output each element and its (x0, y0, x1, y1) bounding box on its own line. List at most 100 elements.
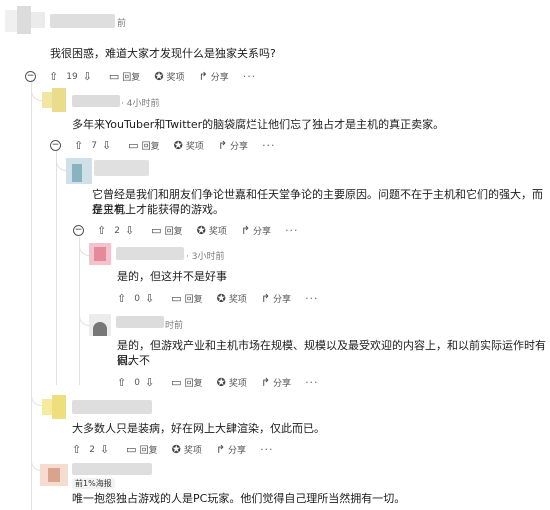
timestamp: · 4小时前 (121, 99, 160, 109)
avatar[interactable] (5, 6, 45, 34)
share-button[interactable]: ↱ 分享 (261, 376, 291, 389)
reply-button[interactable]: ▭ 回复 (171, 292, 202, 305)
vote-group: ⇧ 2 ⇩ (72, 443, 112, 456)
share-button[interactable]: ↱ 分享 (216, 443, 246, 456)
more-options-icon[interactable]: ··· (260, 443, 274, 456)
collapse-icon[interactable]: − (25, 71, 36, 82)
timestamp: 前 (117, 19, 127, 29)
comment-text: 多年来YouTuber和Twitter的脑袋腐烂让他们忘了独占才是主机的真正卖家… (72, 118, 445, 131)
score: 2 (89, 444, 95, 455)
collapse-icon[interactable]: − (73, 225, 84, 236)
award-button[interactable]: ✪ 奖项 (172, 443, 202, 456)
username[interactable] (72, 95, 120, 107)
share-icon: ↱ (215, 443, 226, 456)
arrow-down-icon[interactable]: ⇩ (100, 443, 109, 456)
vote-group: ⇧ 0 ⇩ (117, 376, 157, 389)
share-button[interactable]: ↱ 分享 (261, 292, 291, 305)
award-icon: ✪ (171, 443, 181, 456)
comment-bubble-icon: ▭ (171, 376, 182, 389)
reply-button[interactable]: ▭ 回复 (151, 224, 182, 237)
timestamp: · 3小时前 (186, 252, 225, 262)
arrow-down-icon[interactable]: ⇩ (102, 139, 111, 152)
comment-text: 唯一抱怨独占游戏的人是PC玩家。他们觉得自己理所当然拥有一切。 (72, 492, 406, 505)
avatar[interactable] (42, 88, 68, 112)
more-options-icon[interactable]: ··· (305, 376, 319, 389)
arrow-down-icon[interactable]: ⇩ (83, 70, 92, 83)
reply-button[interactable]: ▭ 回复 (128, 139, 159, 152)
more-options-icon[interactable]: ··· (285, 224, 299, 237)
award-button[interactable]: ✪ 奖项 (217, 292, 247, 305)
share-icon: ↱ (260, 292, 271, 305)
action-bar: ⇧ 0 ⇩ ▭ 回复 ✪ 奖项 ↱ 分享 ··· (117, 292, 333, 305)
award-icon: ✪ (196, 224, 206, 237)
more-options-icon[interactable]: ··· (305, 292, 319, 305)
arrow-down-icon[interactable]: ⇩ (145, 292, 154, 305)
avatar[interactable] (89, 314, 111, 336)
share-button[interactable]: ↱ 分享 (199, 70, 229, 83)
share-button[interactable]: ↱ 分享 (218, 139, 248, 152)
avatar[interactable] (42, 395, 68, 419)
arrow-up-icon[interactable]: ⇧ (74, 139, 83, 152)
share-button[interactable]: ↱ 分享 (241, 224, 271, 237)
username[interactable] (50, 14, 115, 28)
award-button[interactable]: ✪ 奖项 (217, 376, 247, 389)
arrow-up-icon[interactable]: ⇧ (97, 224, 106, 237)
score: 19 (66, 71, 78, 82)
reply-button[interactable]: ▭ 回复 (171, 376, 202, 389)
award-button[interactable]: ✪ 奖项 (197, 224, 227, 237)
arrow-down-icon[interactable]: ⇩ (125, 224, 134, 237)
avatar[interactable] (66, 158, 92, 184)
avatar[interactable] (40, 462, 68, 486)
award-icon: ✪ (173, 139, 183, 152)
action-bar: − ⇧ 7 ⇩ ▭ 回复 ✪ 奖项 ↱ 分享 ··· (50, 139, 290, 152)
arrow-up-icon[interactable]: ⇧ (49, 70, 58, 83)
avatar[interactable] (89, 243, 111, 265)
comment-text: 我很困惑，难道大家才发现什么是独家关系吗? (50, 47, 276, 60)
vote-group: ⇧ 19 ⇩ (49, 70, 95, 83)
score: 0 (134, 377, 140, 388)
thread-line (56, 150, 57, 385)
reply-button[interactable]: ▭ 回复 (126, 443, 157, 456)
comment-text-line: 是的，但游戏产业和主机市场在规模、规模以及最受欢迎的内容上，和以前实际运作时有很… (117, 339, 546, 367)
comment-bubble-icon: ▭ (151, 224, 162, 237)
share-icon: ↱ (198, 70, 208, 83)
comment-text: 是的，但这并不是好事 (117, 270, 227, 283)
username[interactable] (116, 316, 164, 328)
username[interactable] (72, 400, 152, 414)
action-bar: ⇧ 2 ⇩ ▭ 回复 ✪ 奖项 ↱ 分享 ··· (72, 443, 288, 456)
comment-text-line: 在主机上才能获得的游戏。 (92, 203, 224, 216)
thread-line (31, 80, 32, 510)
comment-text-line: 同。 (117, 354, 139, 367)
arrow-down-icon[interactable]: ⇩ (145, 376, 154, 389)
share-icon: ↱ (240, 224, 251, 237)
share-icon: ↱ (217, 139, 228, 152)
comment-bubble-icon: ▭ (126, 443, 137, 456)
arrow-up-icon[interactable]: ⇧ (117, 292, 126, 305)
reply-button[interactable]: ▭ 回复 (109, 70, 140, 83)
award-icon: ✪ (216, 376, 226, 389)
score: 0 (134, 293, 140, 304)
award-button[interactable]: ✪ 奖项 (174, 139, 204, 152)
action-bar: ⇧ 0 ⇩ ▭ 回复 ✪ 奖项 ↱ 分享 ··· (117, 376, 333, 389)
score: 7 (91, 140, 97, 151)
share-icon: ↱ (260, 376, 271, 389)
comment-text: 大多数人只是装病，好在网上大肆渲染，仅此而已。 (72, 422, 325, 435)
username[interactable] (94, 160, 149, 176)
score: 2 (114, 225, 120, 236)
username[interactable] (72, 463, 152, 475)
more-options-icon[interactable]: ··· (262, 139, 276, 152)
vote-group: ⇧ 2 ⇩ (97, 224, 137, 237)
award-icon: ✪ (154, 70, 164, 83)
comment-bubble-icon: ▭ (128, 139, 139, 152)
comment-bubble-icon: ▭ (108, 70, 120, 83)
more-options-icon[interactable]: ··· (243, 70, 257, 83)
timestamp: 时前 (165, 321, 184, 331)
action-bar: − ⇧ 19 ⇩ ▭ 回复 ✪ 奖项 ↱ 分享 ··· (25, 70, 270, 83)
vote-group: ⇧ 0 ⇩ (117, 292, 157, 305)
username[interactable] (116, 247, 184, 260)
arrow-up-icon[interactable]: ⇧ (117, 376, 126, 389)
action-bar: − ⇧ 2 ⇩ ▭ 回复 ✪ 奖项 ↱ 分享 ··· (73, 224, 313, 237)
collapse-icon[interactable]: − (50, 140, 61, 151)
award-button[interactable]: ✪ 奖项 (154, 70, 184, 83)
arrow-up-icon[interactable]: ⇧ (72, 443, 81, 456)
